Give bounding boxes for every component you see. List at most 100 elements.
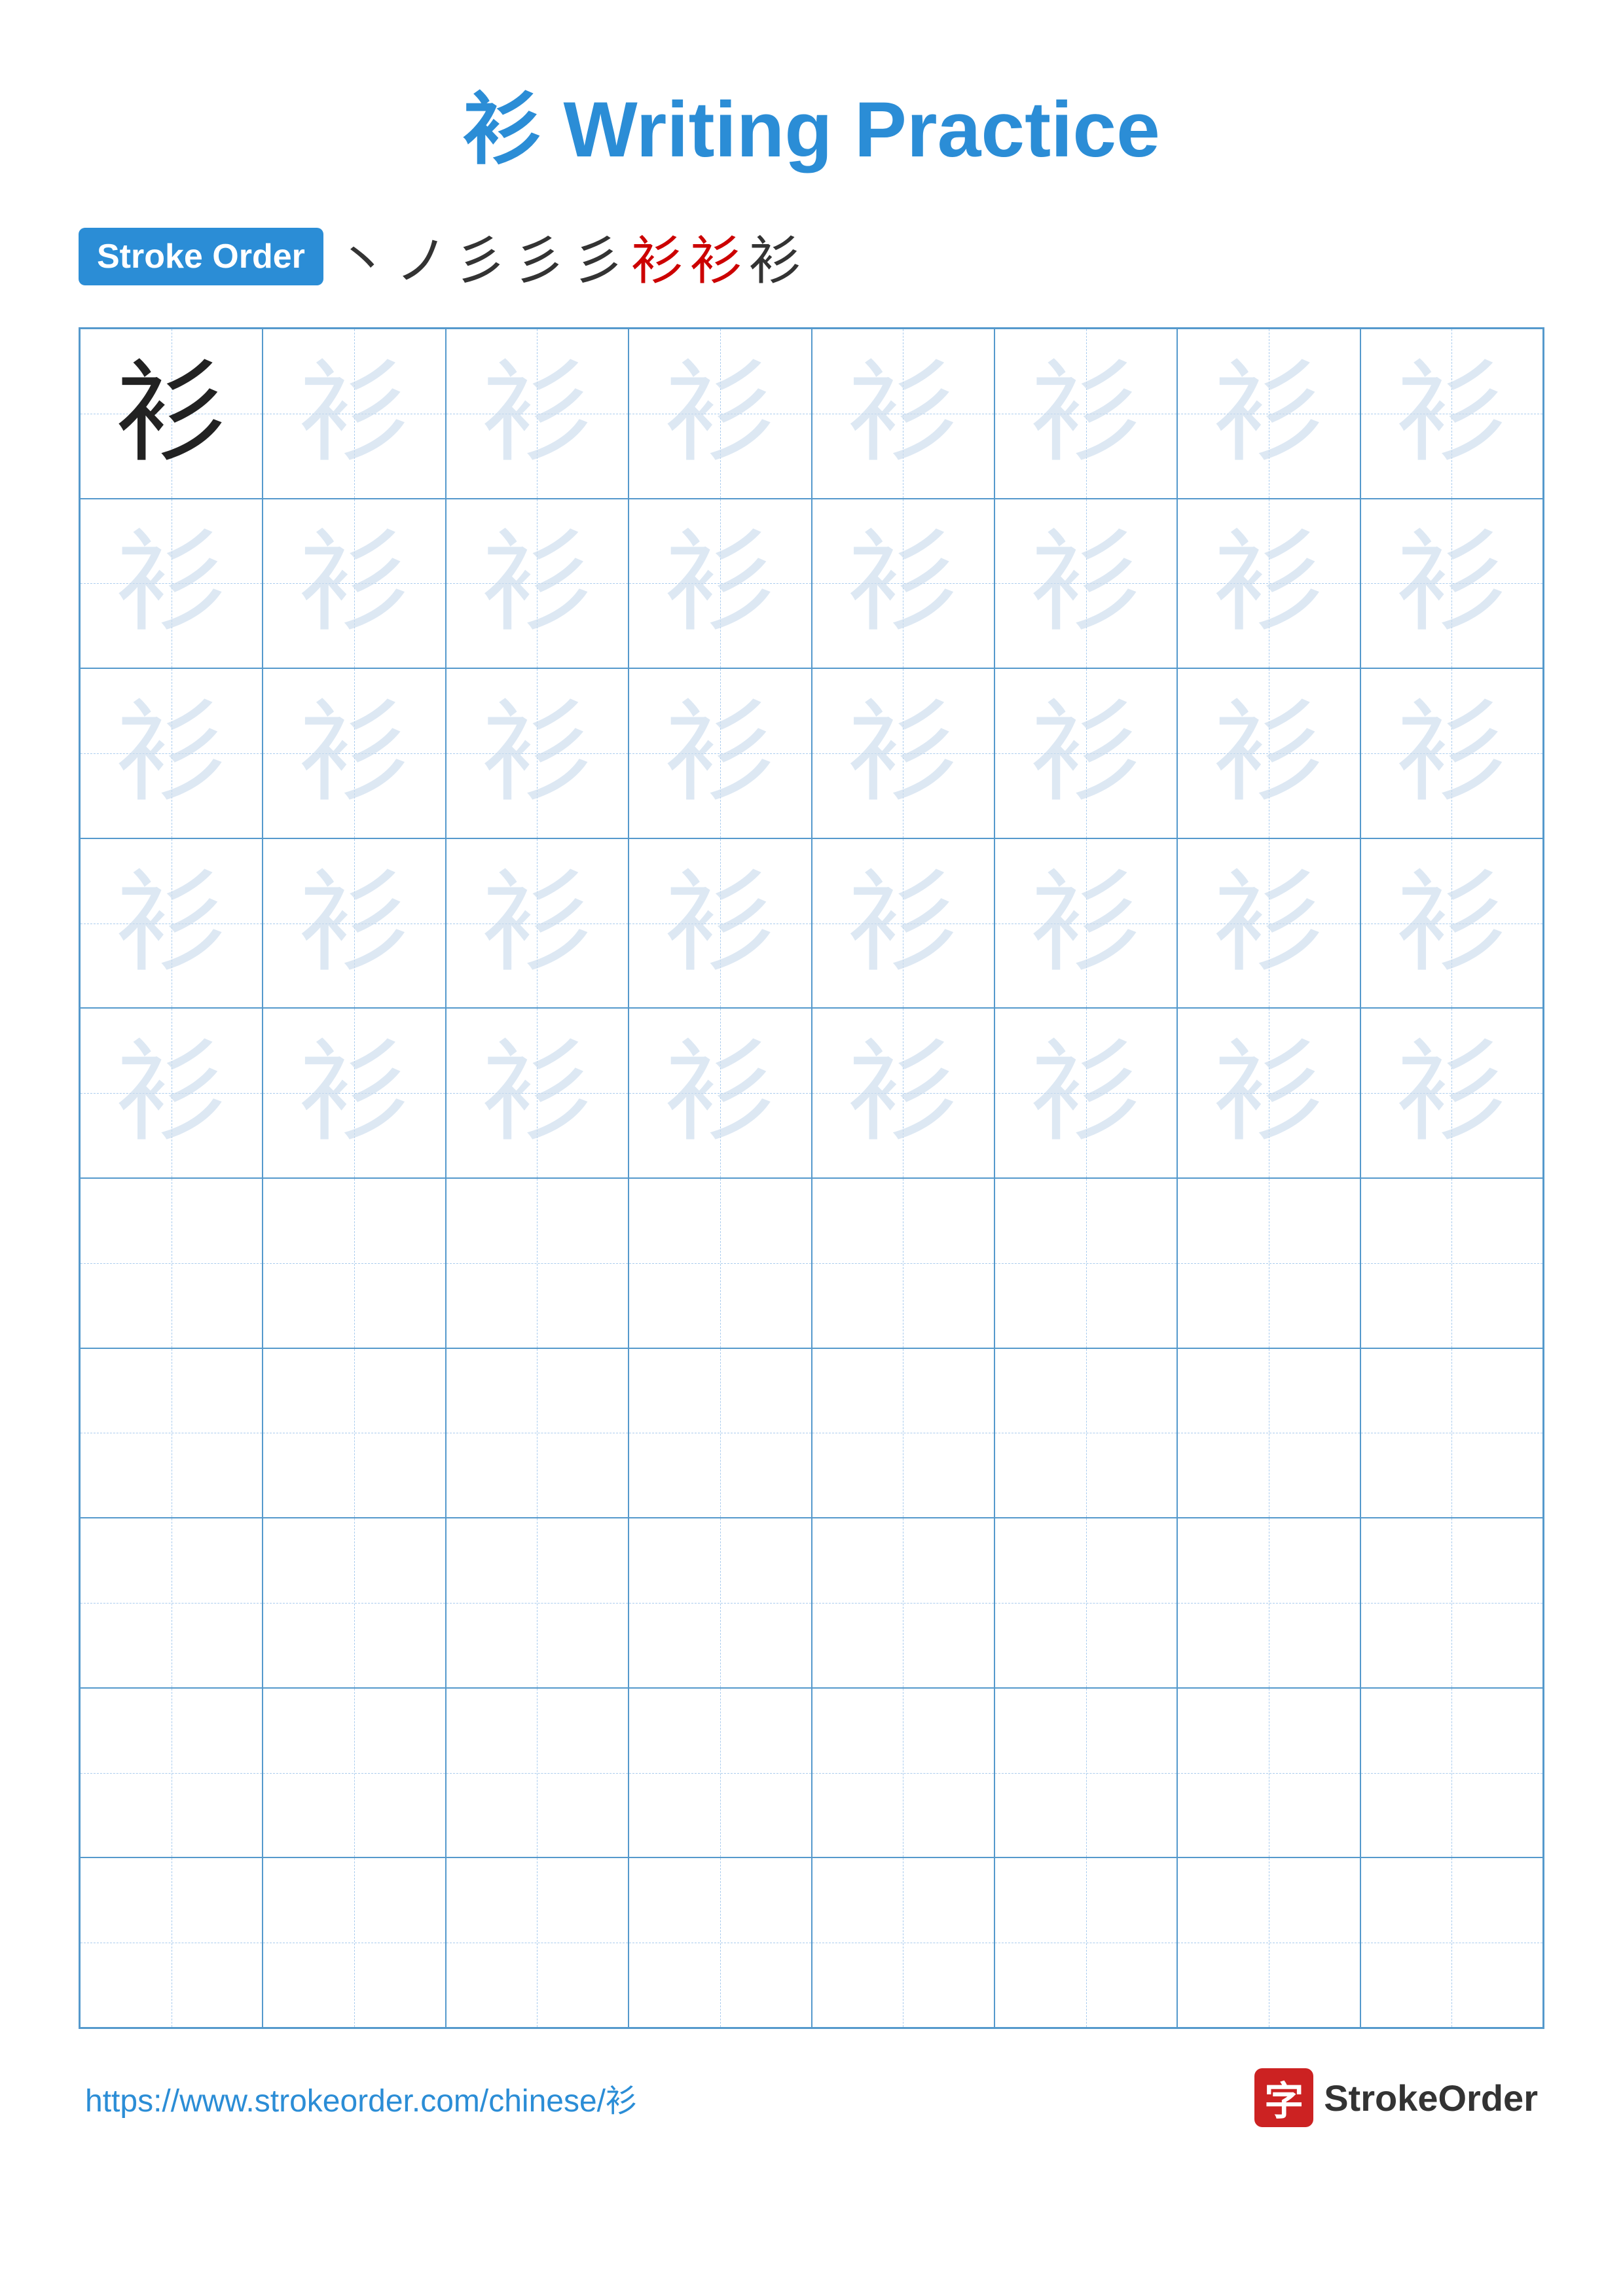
practice-grid: 衫衫衫衫衫衫衫衫衫衫衫衫衫衫衫衫衫衫衫衫衫衫衫衫衫衫衫衫衫衫衫衫衫衫衫衫衫衫衫衫 [79,327,1544,2029]
grid-cell[interactable]: 衫 [1177,838,1360,1009]
grid-cell[interactable] [1177,1178,1360,1348]
grid-cell[interactable] [446,1857,629,2028]
grid-cell[interactable] [1177,1688,1360,1858]
footer: https://www.strokeorder.com/chinese/衫 字 … [79,2068,1544,2127]
grid-cell[interactable]: 衫 [1177,1008,1360,1178]
grid-cell[interactable]: 衫 [812,499,994,669]
practice-char: 衫 [299,868,410,979]
grid-cell[interactable] [1360,1348,1543,1518]
grid-cell[interactable]: 衫 [80,499,263,669]
grid-cell[interactable]: 衫 [1360,1008,1543,1178]
grid-cell[interactable]: 衫 [1360,838,1543,1009]
grid-cell[interactable]: 衫 [629,1008,811,1178]
grid-cell[interactable]: 衫 [629,838,811,1009]
grid-cell[interactable] [994,1857,1177,2028]
practice-char: 衫 [116,1037,227,1149]
grid-cell[interactable]: 衫 [629,329,811,499]
practice-char: 衫 [1213,698,1324,809]
practice-char: 衫 [665,528,776,639]
grid-cell[interactable] [80,1518,263,1688]
grid-cell[interactable]: 衫 [263,1008,445,1178]
grid-cell[interactable] [812,1857,994,2028]
stroke-order-badge: Stroke Order [79,228,323,285]
grid-cell[interactable] [629,1178,811,1348]
grid-cell[interactable] [1177,1348,1360,1518]
grid-cell[interactable] [80,1857,263,2028]
grid-cell[interactable]: 衫 [80,329,263,499]
practice-char: 衫 [299,528,410,639]
grid-cell[interactable] [263,1348,445,1518]
practice-char: 衫 [847,528,958,639]
grid-cell[interactable] [80,1178,263,1348]
grid-cell[interactable] [446,1688,629,1858]
grid-cell[interactable] [1360,1518,1543,1688]
grid-cell[interactable] [1360,1857,1543,2028]
grid-cell[interactable] [263,1178,445,1348]
grid-cell[interactable] [1360,1688,1543,1858]
grid-cell[interactable] [812,1348,994,1518]
practice-char: 衫 [481,698,593,809]
practice-char: 衫 [481,1037,593,1149]
grid-cell[interactable]: 衫 [1360,668,1543,838]
grid-cell[interactable] [80,1348,263,1518]
grid-cell[interactable]: 衫 [80,838,263,1009]
grid-cell[interactable]: 衫 [263,329,445,499]
stroke-order-row: Stroke Order 丶 ノ 彡 彡 彡 衫 衫 衫 [79,219,1544,295]
grid-cell[interactable]: 衫 [994,668,1177,838]
grid-cell[interactable] [994,1178,1177,1348]
grid-cell[interactable]: 衫 [994,838,1177,1009]
grid-cell[interactable]: 衫 [263,668,445,838]
grid-cell[interactable] [263,1857,445,2028]
grid-cell[interactable] [994,1348,1177,1518]
practice-char: 衫 [116,358,227,469]
grid-cell[interactable]: 衫 [812,668,994,838]
grid-cell[interactable]: 衫 [80,668,263,838]
grid-cell[interactable]: 衫 [994,499,1177,669]
grid-cell[interactable] [263,1688,445,1858]
grid-cell[interactable] [446,1178,629,1348]
grid-cell[interactable]: 衫 [446,329,629,499]
grid-cell[interactable] [812,1688,994,1858]
footer-logo: 字 StrokeOrder [1254,2068,1538,2127]
grid-cell[interactable]: 衫 [812,329,994,499]
grid-cell[interactable] [1360,1178,1543,1348]
practice-char: 衫 [1396,1037,1507,1149]
grid-cell[interactable] [994,1518,1177,1688]
grid-cell[interactable]: 衫 [812,838,994,1009]
grid-cell[interactable]: 衫 [812,1008,994,1178]
grid-cell[interactable]: 衫 [1177,668,1360,838]
grid-cell[interactable]: 衫 [263,838,445,1009]
grid-cell[interactable] [1177,1857,1360,2028]
grid-cell[interactable]: 衫 [1360,499,1543,669]
grid-cell[interactable]: 衫 [1177,499,1360,669]
grid-cell[interactable] [629,1518,811,1688]
grid-cell[interactable] [629,1688,811,1858]
grid-cell[interactable] [446,1348,629,1518]
grid-cell[interactable] [812,1178,994,1348]
grid-cell[interactable] [812,1518,994,1688]
grid-cell[interactable] [263,1518,445,1688]
grid-cell[interactable] [446,1518,629,1688]
practice-char: 衫 [1030,528,1142,639]
practice-char: 衫 [665,1037,776,1149]
grid-cell[interactable] [629,1348,811,1518]
grid-cell[interactable]: 衫 [994,329,1177,499]
grid-cell[interactable]: 衫 [629,668,811,838]
grid-cell[interactable]: 衫 [1177,329,1360,499]
grid-cell[interactable]: 衫 [263,499,445,669]
grid-cell[interactable]: 衫 [994,1008,1177,1178]
grid-cell[interactable]: 衫 [629,499,811,669]
grid-cell[interactable]: 衫 [446,499,629,669]
grid-cell[interactable]: 衫 [446,1008,629,1178]
grid-cell[interactable]: 衫 [80,1008,263,1178]
grid-cell[interactable] [629,1857,811,2028]
grid-cell[interactable]: 衫 [446,838,629,1009]
stroke-6: 衫 [631,219,684,295]
grid-cell[interactable] [1177,1518,1360,1688]
grid-cell[interactable]: 衫 [446,668,629,838]
grid-cell[interactable] [994,1688,1177,1858]
practice-char: 衫 [847,1037,958,1149]
practice-char: 衫 [847,358,958,469]
grid-cell[interactable] [80,1688,263,1858]
grid-cell[interactable]: 衫 [1360,329,1543,499]
